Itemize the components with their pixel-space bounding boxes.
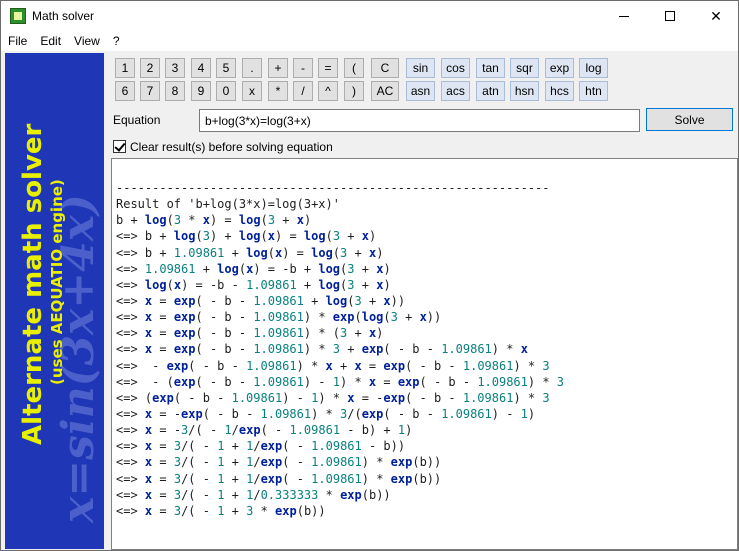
result-line: b + log(3 * x) = log(3 + x): [116, 213, 312, 228]
minimize-icon: [619, 15, 629, 17]
maximize-icon: [665, 11, 675, 21]
key-row1-10[interactable]: C: [371, 58, 399, 78]
key-row1-8[interactable]: =: [318, 58, 338, 78]
result-line: <=> x = 3/( - 1 + 3 * exp(b)): [116, 503, 326, 518]
key-row1-5[interactable]: .: [242, 58, 262, 78]
results-text: ----------------------------------------…: [116, 180, 564, 519]
close-icon: ✕: [710, 7, 722, 24]
result-line: <=> - exp( - b - 1.09861) * x + x = exp(…: [116, 358, 550, 373]
key-row1-4[interactable]: 5: [216, 58, 236, 78]
result-line: <=> 1.09861 + log(x) = -b + log(3 + x): [116, 261, 391, 276]
key-row2-4[interactable]: 0: [216, 81, 236, 101]
menu-bar: File Edit View ?: [1, 31, 738, 51]
key-row1-6[interactable]: +: [268, 58, 288, 78]
key-row2-9[interactable]: ): [344, 81, 364, 101]
key-row2-15[interactable]: hcs: [545, 81, 574, 101]
result-line: <=> x = exp( - b - 1.09861) * (3 + x): [116, 326, 384, 341]
key-row1-3[interactable]: 4: [191, 58, 211, 78]
result-line: <=> x = 3/( - 1 + 1/exp( - 1.09861 - b)): [116, 439, 406, 454]
key-row1-7[interactable]: -: [293, 58, 313, 78]
key-row2-13[interactable]: atn: [476, 81, 505, 101]
key-row1-12[interactable]: cos: [441, 58, 470, 78]
result-line: <=> x = exp( - b - 1.09861) * 3 + exp( -…: [116, 342, 528, 357]
key-row2-1[interactable]: 7: [140, 81, 160, 101]
key-row2-3[interactable]: 9: [191, 81, 211, 101]
result-line: <=> b + 1.09861 + log(x) = log(3 + x): [116, 245, 384, 260]
results-panel[interactable]: ----------------------------------------…: [111, 158, 738, 550]
key-row1-14[interactable]: sqr: [510, 58, 539, 78]
menu-edit[interactable]: Edit: [33, 31, 67, 51]
clear-results-label[interactable]: Clear result(s) before solving equation: [130, 140, 333, 154]
result-line: <=> x = 3/( - 1 + 1/exp( - 1.09861) * ex…: [116, 471, 442, 486]
key-row2-0[interactable]: 6: [115, 81, 135, 101]
minimize-button[interactable]: [601, 1, 647, 31]
equation-label: Equation: [113, 113, 161, 127]
key-row1-15[interactable]: exp: [545, 58, 574, 78]
result-line: <=> b + log(3) + log(x) = log(3 + x): [116, 229, 377, 244]
maximize-button[interactable]: [647, 1, 693, 31]
key-row1-11[interactable]: sin: [406, 58, 435, 78]
key-row2-12[interactable]: acs: [441, 81, 470, 101]
result-line: <=> x = exp( - b - 1.09861 + log(3 + x)): [116, 293, 406, 308]
key-row2-2[interactable]: 8: [165, 81, 185, 101]
banner-title: Alternate math solver: [18, 123, 48, 445]
key-row2-14[interactable]: hsn: [510, 81, 539, 101]
equation-input[interactable]: b+log(3*x)=log(3+x): [199, 109, 640, 132]
result-line: <=> x = -3/( - 1/exp( - 1.09861 - b) + 1…: [116, 423, 413, 438]
key-row2-8[interactable]: ^: [318, 81, 338, 101]
close-button[interactable]: ✕: [693, 1, 739, 31]
result-line: Result of 'b+log(3*x)=log(3+x)': [116, 197, 340, 212]
key-row1-2[interactable]: 3: [165, 58, 185, 78]
key-row1-9[interactable]: (: [344, 58, 364, 78]
menu-help[interactable]: ?: [106, 31, 126, 51]
app-window: Math solver ✕ File Edit View ? x=sin(3x+…: [0, 0, 739, 551]
result-line: <=> x = 3/( - 1 + 1/exp( - 1.09861) * ex…: [116, 455, 442, 470]
result-line: ----------------------------------------…: [116, 181, 550, 195]
banner-subtitle: (uses AEQUATIO engine): [48, 179, 66, 385]
banner-graphic: x=sin(3x+4x) Alternate math solver (uses…: [18, 123, 104, 524]
title-bar[interactable]: Math solver ✕: [1, 1, 738, 31]
result-line: <=> x = exp( - b - 1.09861) * exp(log(3 …: [116, 310, 442, 325]
banner-image: x=sin(3x+4x) Alternate math solver (uses…: [5, 53, 104, 549]
result-line: <=> (exp( - b - 1.09861) - 1) * x = -exp…: [116, 390, 550, 405]
key-row2-11[interactable]: asn: [406, 81, 435, 101]
key-row1-1[interactable]: 2: [140, 58, 160, 78]
solve-button[interactable]: Solve: [646, 108, 733, 131]
key-row2-10[interactable]: AC: [371, 81, 399, 101]
key-row2-16[interactable]: htn: [579, 81, 608, 101]
app-icon: [10, 8, 26, 24]
result-line: <=> log(x) = -b - 1.09861 + log(3 + x): [116, 277, 391, 292]
key-row1-13[interactable]: tan: [476, 58, 505, 78]
menu-file[interactable]: File: [1, 31, 33, 51]
key-row1-0[interactable]: 1: [115, 58, 135, 78]
menu-view[interactable]: View: [67, 31, 106, 51]
key-row2-5[interactable]: x: [242, 81, 262, 101]
window-title: Math solver: [32, 9, 95, 23]
key-row1-16[interactable]: log: [579, 58, 608, 78]
key-row2-7[interactable]: /: [293, 81, 313, 101]
result-line: <=> x = -exp( - b - 1.09861) * 3/(exp( -…: [116, 406, 536, 421]
result-line: <=> - (exp( - b - 1.09861) - 1) * x = ex…: [116, 374, 565, 389]
result-line: <=> x = 3/( - 1 + 1/0.333333 * exp(b)): [116, 487, 391, 502]
clear-results-checkbox[interactable]: [113, 140, 126, 153]
key-row2-6[interactable]: *: [268, 81, 288, 101]
